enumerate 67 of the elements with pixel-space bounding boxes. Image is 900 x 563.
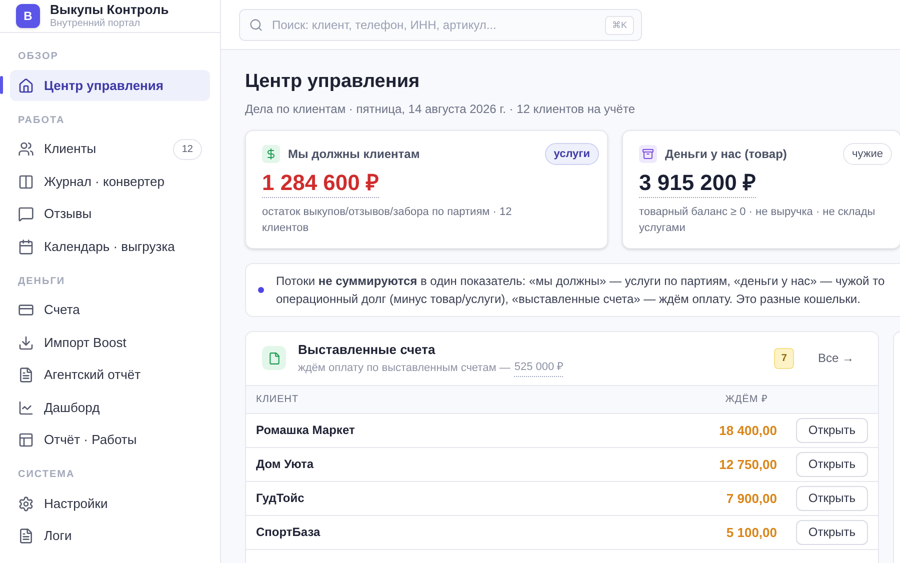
amount-cell-text: 12 750,00: [719, 456, 777, 474]
card-title: Мы должны клиентам: [288, 146, 420, 163]
section-heading: ОБЗОР: [17, 50, 60, 64]
card-tag: услуги: [544, 142, 599, 166]
page-subtitle: Дела по клиентам · пятница, 14 августа 2026 г. · 12 клиентов на учёте: [245, 100, 636, 118]
open-button[interactable]: Открыть: [796, 418, 868, 443]
nav-item[interactable]: Счета: [10, 294, 210, 326]
card-amount: 1 284 600 ₽: [262, 169, 379, 198]
home-icon: [18, 78, 34, 94]
amount-cell-text: 18 400,00: [719, 422, 777, 440]
page-title: Центр управления: [245, 70, 421, 94]
count-badge: 7: [774, 348, 794, 369]
client-name: СпортБаза: [256, 524, 322, 542]
file-icon: [268, 352, 280, 365]
card-tag: чужие: [843, 142, 892, 166]
section-heading: ДЕНЬГИ: [17, 274, 66, 288]
settings-icon: [18, 496, 34, 512]
active-indicator: [0, 76, 3, 94]
card-description: товарный баланс ≥ 0 · не выручка · не склады услугами: [639, 204, 876, 236]
download-icon: [18, 334, 34, 350]
column-header: ЖДЁМ ₽: [725, 392, 768, 407]
panel-subtitle: ждём оплату по выставленным счетам —: [298, 360, 510, 376]
card-amount: 3 915 200 ₽: [639, 169, 756, 198]
open-button[interactable]: Открыть: [796, 452, 868, 477]
client-name: Дом Уюта: [256, 456, 315, 474]
nav-item[interactable]: Импорт Boost: [10, 327, 210, 358]
layout-icon: [18, 432, 34, 448]
card-description: остаток выкупов/отзывов/забора по партиям · 12 клиентов: [262, 204, 513, 236]
section-heading: СИСТЕМА: [17, 468, 76, 482]
logo: В: [16, 4, 40, 28]
chat-icon: [18, 206, 34, 222]
column-header: КЛИЕНТ: [256, 392, 300, 407]
shortcut-hint: ⌘K: [604, 16, 634, 35]
open-button[interactable]: Открыть: [796, 520, 868, 545]
client-name: ГудТойс: [256, 490, 306, 508]
panel-title: Выставленные счета: [298, 340, 436, 359]
nav-item[interactable]: Агентский отчёт: [10, 360, 210, 390]
nav-item[interactable]: Календарь · выгрузка: [10, 231, 210, 262]
nav-item[interactable]: Отчёт · Работы: [10, 424, 210, 456]
columns-icon: [18, 174, 34, 190]
nav-item[interactable]: Настройки: [10, 488, 210, 519]
line-chart-icon: [18, 400, 34, 416]
nav-item[interactable]: Дашборд: [10, 392, 210, 423]
count-badge: 12: [172, 138, 202, 160]
see-all-link[interactable]: Все →: [818, 349, 854, 368]
users-icon: [18, 141, 34, 157]
nav-item[interactable]: Отзывы: [10, 198, 210, 230]
search-icon: [249, 18, 263, 32]
amount-cell-text: 5 100,00: [726, 524, 777, 542]
nav-item[interactable]: Клиенты 12: [10, 134, 210, 164]
archive-icon: [642, 148, 654, 160]
card-icon: [18, 302, 34, 318]
document-icon: [18, 367, 34, 383]
section-heading: РАБОТА: [17, 114, 66, 128]
note-text: Потоки не суммируются в один показатель: «мы должны» — услуги по партиям, «деньги у нас» — чужой то операционный долг (минус товар/услуги), «выставленные счета» — ждём оплату. Это разные кошельки.: [276, 272, 885, 308]
nav-item[interactable]: Логи: [10, 520, 210, 552]
panel-total: 525 000 ₽: [514, 359, 564, 377]
dollar-icon: [265, 148, 277, 160]
amount-cell-text: 7 900,00: [726, 490, 777, 508]
document-icon: [18, 528, 34, 544]
open-button[interactable]: Открыть: [796, 486, 868, 511]
app-subtitle: Внутренний портал: [50, 18, 142, 30]
nav-item[interactable]: Журнал · конвертер: [10, 166, 210, 197]
card-title: Деньги у нас (товар): [665, 146, 787, 163]
app-title: Выкупы Контроль: [50, 2, 169, 18]
client-name: Ромашка Маркет: [256, 422, 356, 440]
calendar-icon: [18, 238, 34, 254]
